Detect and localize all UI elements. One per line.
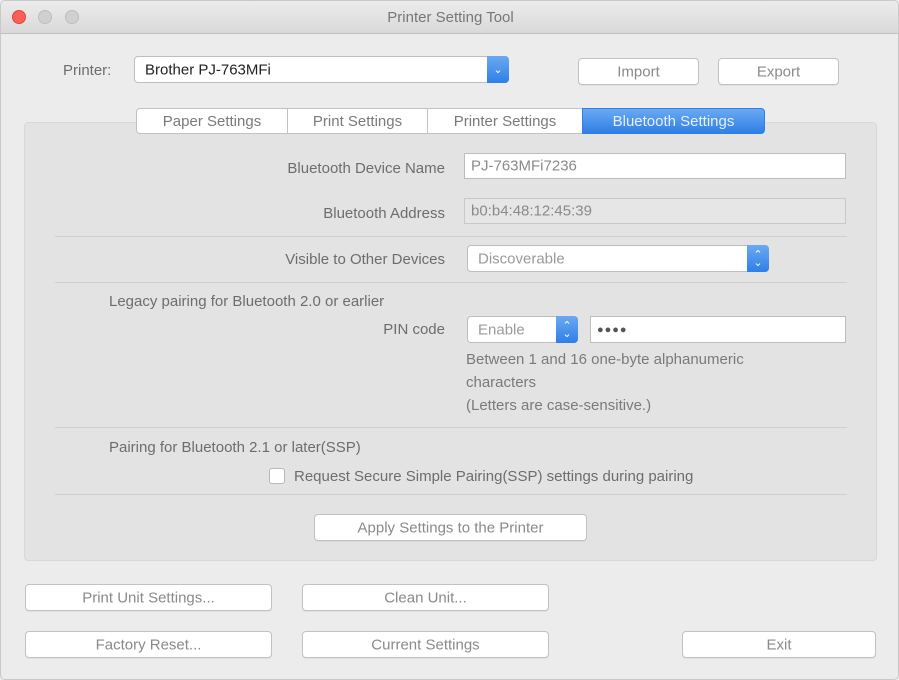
address-value: b0:b4:48:12:45:39 <box>471 202 592 220</box>
tab-printer-settings[interactable]: Printer Settings <box>427 108 582 134</box>
visibility-select-value: Discoverable <box>478 250 565 267</box>
import-button[interactable]: Import <box>578 58 699 85</box>
device-name-value: PJ-763MFi7236 <box>471 157 577 175</box>
apply-settings-button[interactable]: Apply Settings to the Printer <box>314 514 587 541</box>
legacy-pairing-heading: Legacy pairing for Bluetooth 2.0 or earl… <box>109 293 385 310</box>
address-field: b0:b4:48:12:45:39 <box>464 198 846 224</box>
tab-bluetooth-settings[interactable]: Bluetooth Settings <box>582 108 765 134</box>
address-label: Bluetooth Address <box>323 205 445 222</box>
current-settings-button[interactable]: Current Settings <box>302 631 549 658</box>
printer-select-value: Brother PJ-763MFi <box>145 61 271 78</box>
export-button-label: Export <box>756 63 801 80</box>
exit-label: Exit <box>766 636 792 653</box>
pin-code-input[interactable]: ●●●● <box>590 316 846 343</box>
clean-unit-label: Clean Unit... <box>384 589 467 606</box>
pin-hint-line: characters <box>466 374 537 391</box>
pin-code-value: ●●●● <box>597 323 628 336</box>
apply-settings-label: Apply Settings to the Printer <box>357 519 544 536</box>
tab-paper-settings[interactable]: Paper Settings <box>136 108 287 134</box>
print-unit-settings-button[interactable]: Print Unit Settings... <box>25 584 272 611</box>
device-name-label: Bluetooth Device Name <box>287 160 445 177</box>
window-title: Printer Setting Tool <box>387 9 514 26</box>
chevron-down-icon: ⌄ <box>487 56 509 83</box>
factory-reset-label: Factory Reset... <box>95 636 202 653</box>
pin-hint-line: Between 1 and 16 one-byte alphanumeric <box>466 351 744 368</box>
visibility-select[interactable]: Discoverable ⌃ ⌄ <box>467 245 769 272</box>
factory-reset-button[interactable]: Factory Reset... <box>25 631 272 658</box>
current-settings-label: Current Settings <box>371 636 480 653</box>
separator <box>55 494 847 495</box>
separator <box>55 282 847 283</box>
device-name-input[interactable]: PJ-763MFi7236 <box>464 153 846 179</box>
clean-unit-button[interactable]: Clean Unit... <box>302 584 549 611</box>
separator <box>55 236 847 237</box>
ssp-checkbox[interactable] <box>269 468 285 484</box>
separator <box>55 427 847 428</box>
chevron-up-down-icon: ⌃ ⌄ <box>556 316 578 343</box>
settings-tabs: Paper Settings Print Settings Printer Se… <box>136 108 765 134</box>
ssp-heading: Pairing for Bluetooth 2.1 or later(SSP) <box>109 439 361 456</box>
visible-label: Visible to Other Devices <box>285 251 445 268</box>
title-bar: Printer Setting Tool <box>1 1 898 34</box>
chevron-up-down-icon: ⌃ ⌄ <box>747 245 769 272</box>
tab-print-settings[interactable]: Print Settings <box>287 108 427 134</box>
ssp-checkbox-label[interactable]: Request Secure Simple Pairing(SSP) setti… <box>294 468 693 485</box>
export-button[interactable]: Export <box>718 58 839 85</box>
pin-code-label: PIN code <box>383 321 445 338</box>
pin-hint: Between 1 and 16 one-byte alphanumeric c… <box>466 348 744 417</box>
pin-mode-select[interactable]: Enable ⌃ ⌄ <box>467 316 578 343</box>
exit-button[interactable]: Exit <box>682 631 876 658</box>
print-unit-settings-label: Print Unit Settings... <box>82 589 215 606</box>
import-button-label: Import <box>617 63 660 80</box>
printer-label: Printer: <box>63 62 112 79</box>
printer-setting-tool-window: Printer Setting Tool Printer: Brother PJ… <box>0 0 899 680</box>
pin-hint-line: (Letters are case-sensitive.) <box>466 397 652 414</box>
printer-select[interactable]: Brother PJ-763MFi ⌄ <box>134 56 509 83</box>
pin-mode-value: Enable <box>478 321 525 338</box>
